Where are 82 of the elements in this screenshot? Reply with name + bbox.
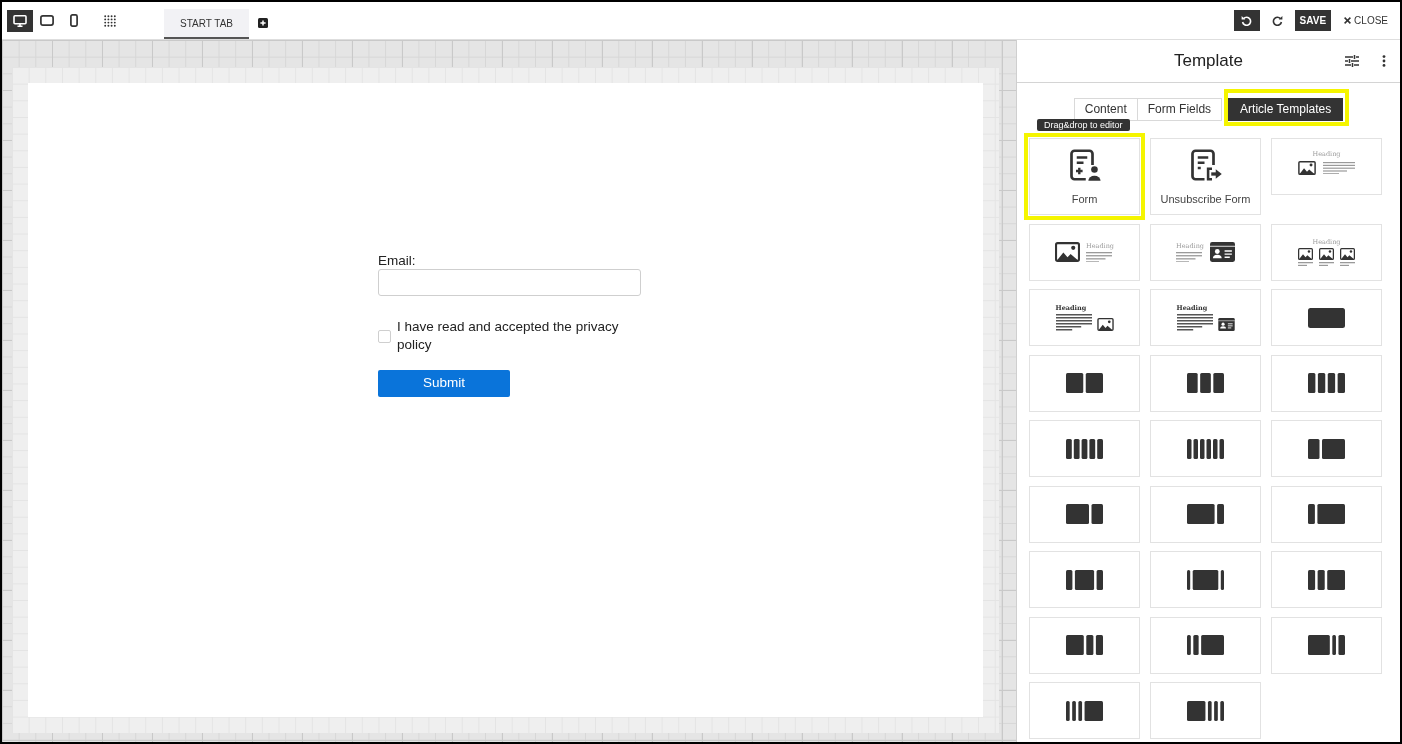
column-layout-icon	[1187, 438, 1224, 459]
undo-button[interactable]	[1233, 10, 1260, 31]
panel-tab[interactable]: Form Fields	[1136, 98, 1223, 121]
image-icon	[1319, 247, 1334, 260]
consent-label: I have read and accepted the privacy policy	[397, 318, 620, 354]
add-tab-button[interactable]	[258, 17, 268, 28]
more-vertical-icon	[1382, 55, 1386, 67]
text-lines-icon	[1086, 251, 1112, 263]
close-icon	[1344, 17, 1352, 24]
email-label: Email:	[378, 253, 416, 269]
template-tile[interactable]	[1029, 616, 1140, 674]
image-icon	[1055, 242, 1080, 262]
template-tile[interactable]	[1271, 289, 1382, 346]
more-menu-button[interactable]	[1382, 55, 1386, 67]
image-icon	[1096, 317, 1114, 331]
template-tile[interactable]	[1150, 485, 1261, 543]
template-tile[interactable]	[1029, 420, 1140, 477]
image-icon	[1340, 247, 1355, 260]
block-layout-icon	[1308, 307, 1345, 328]
monitor-icon	[13, 14, 27, 27]
id-card-icon	[1210, 242, 1235, 262]
submit-button[interactable]: Submit	[378, 370, 510, 397]
plus-icon	[258, 17, 268, 28]
tablet-icon	[40, 15, 54, 26]
text-lines-icon	[1298, 261, 1313, 267]
text-lines-icon	[1055, 314, 1092, 331]
column-layout-icon	[1308, 373, 1345, 393]
grid-icon	[104, 14, 116, 27]
image-icon	[1298, 161, 1316, 175]
template-tile[interactable]	[1029, 551, 1140, 608]
editor-tab[interactable]: START TAB	[164, 9, 249, 39]
column-layout-icon	[1066, 700, 1103, 721]
column-layout-icon	[1066, 569, 1103, 590]
template-tile[interactable]	[1029, 354, 1140, 412]
column-layout-icon	[1187, 700, 1224, 721]
close-button[interactable]: CLOSE	[1344, 10, 1388, 31]
tooltip: Drag&drop to editor	[1037, 119, 1130, 131]
column-layout-icon	[1066, 635, 1103, 655]
template-tile[interactable]	[1150, 420, 1261, 477]
undo-icon	[1241, 15, 1253, 26]
template-tile[interactable]	[1150, 551, 1261, 608]
text-lines-icon	[1323, 161, 1355, 175]
text-lines-icon	[1340, 261, 1355, 267]
save-button[interactable]: SAVE	[1294, 10, 1332, 31]
column-layout-icon	[1187, 569, 1224, 590]
column-layout-icon	[1187, 635, 1224, 655]
template-tile[interactable]	[1271, 420, 1382, 477]
template-tile[interactable]	[1271, 616, 1382, 674]
column-layout-icon	[1308, 569, 1345, 590]
column-layout-icon	[1308, 438, 1345, 459]
template-tile[interactable]	[1150, 682, 1261, 739]
column-layout-icon	[1308, 635, 1345, 655]
column-layout-icon	[1187, 504, 1224, 524]
template-tile[interactable]: Unsubscribe Form	[1150, 138, 1261, 215]
template-tile[interactable]	[1271, 354, 1382, 412]
settings-button[interactable]	[1345, 55, 1359, 67]
column-layout-icon	[1066, 373, 1103, 393]
id-card-icon	[1217, 317, 1235, 331]
text-lines-icon	[1319, 261, 1334, 267]
phone-icon	[70, 14, 78, 27]
text-lines-icon	[1176, 314, 1213, 331]
panel-title: Template	[1174, 50, 1243, 73]
template-tile[interactable]	[1271, 485, 1382, 543]
redo-icon	[1271, 15, 1283, 26]
email-input[interactable]	[378, 269, 641, 296]
text-lines-icon	[1176, 251, 1202, 263]
image-icon	[1298, 247, 1313, 260]
column-layout-icon	[1066, 438, 1103, 459]
template-tile[interactable]	[1029, 485, 1140, 543]
template-tile[interactable]	[1150, 354, 1261, 412]
panel-tab[interactable]: Article Templates	[1228, 98, 1344, 121]
template-tile[interactable]: Form	[1029, 138, 1140, 215]
template-tile[interactable]	[1150, 616, 1261, 674]
column-layout-icon	[1187, 373, 1224, 393]
consent-checkbox[interactable]	[378, 329, 391, 343]
column-layout-icon	[1066, 504, 1103, 524]
template-tile[interactable]	[1271, 551, 1382, 608]
device-view-button[interactable]	[7, 9, 33, 32]
panel-tab[interactable]: Content	[1073, 98, 1138, 121]
column-layout-icon	[1308, 504, 1345, 524]
template-tile[interactable]	[1029, 682, 1140, 739]
sliders-icon	[1345, 55, 1359, 67]
